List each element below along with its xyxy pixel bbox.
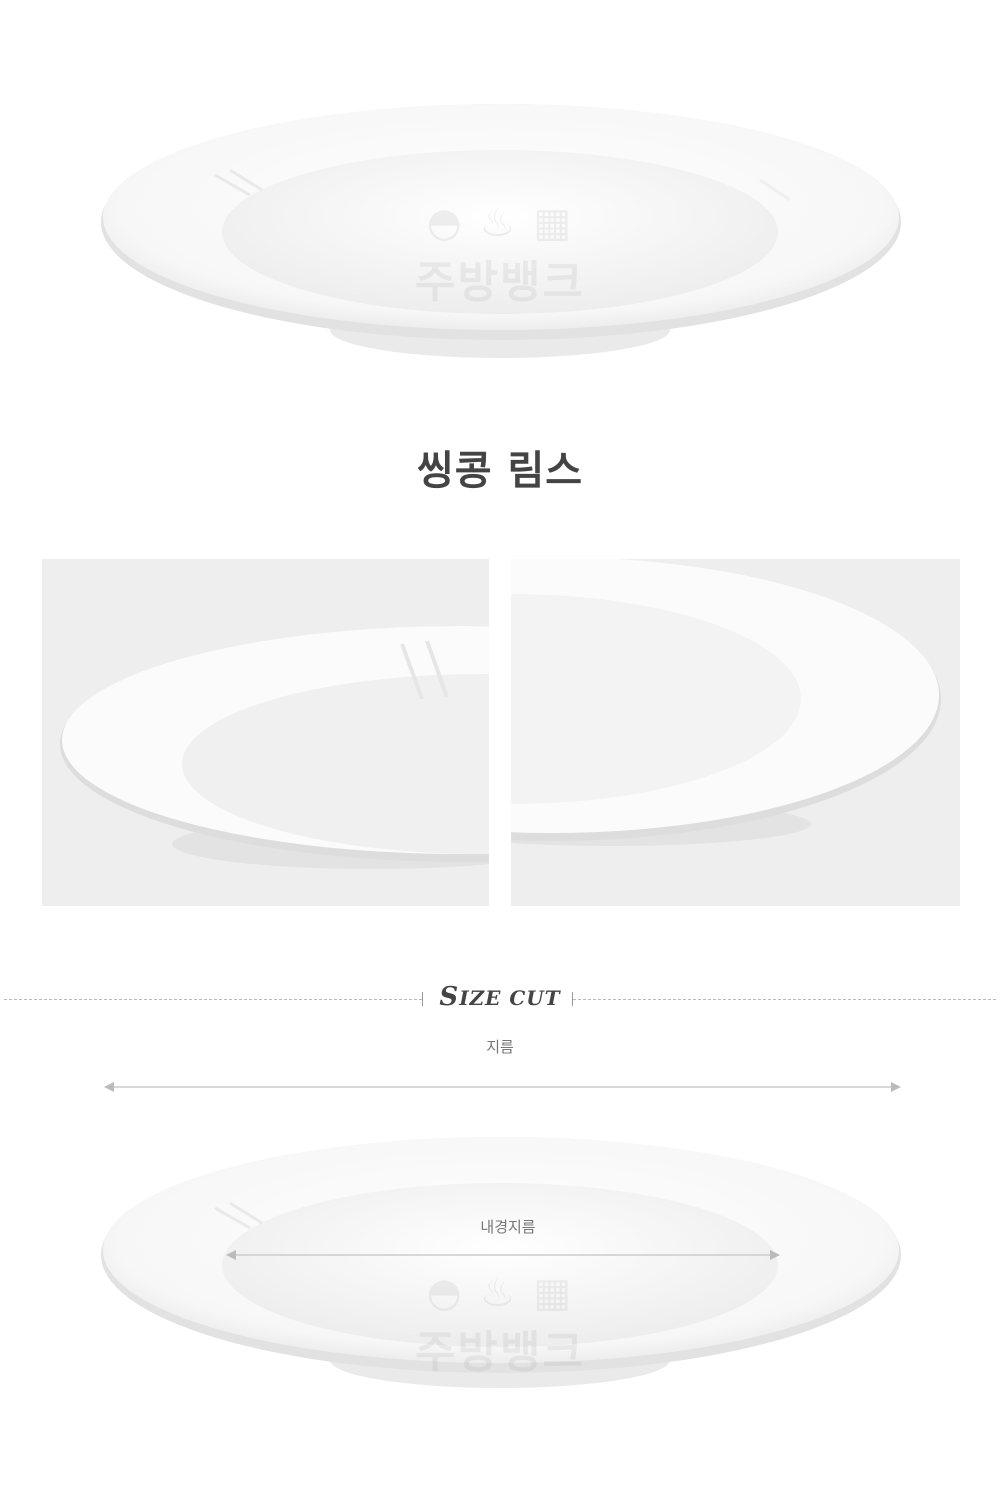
size-cut-heading: SIZE CUT — [430, 982, 570, 1012]
size-plate-image: 내경지름 ◓ ♨ ▦ 주방뱅크 — [0, 1110, 1000, 1400]
watermark-logo-bottom: ◓ ♨ ▦ 주방뱅크 — [400, 1270, 600, 1380]
inner-diameter-arrow — [226, 1250, 780, 1260]
size-heading-rest: IZE CUT — [459, 986, 561, 1010]
inner-diameter-label: 내경지름 — [480, 1218, 536, 1236]
diameter-arrow — [104, 1082, 901, 1092]
plate-closeup-right — [511, 559, 941, 846]
plate-closeup-left — [60, 626, 489, 869]
detail-image-left — [42, 559, 489, 906]
product-title: 씽콩 림스 — [416, 448, 584, 494]
watermark-text: 주방뱅크 — [415, 257, 585, 308]
divider-tick-left — [422, 992, 423, 1006]
diameter-label: 지름 — [486, 1038, 514, 1056]
divider-line-right — [573, 999, 996, 1000]
watermark-icons-bottom: ◓ ♨ ▦ — [426, 1270, 574, 1316]
size-heading-initial: S — [439, 982, 460, 1012]
watermark-logo: ◓ ♨ ▦ 주방뱅크 — [400, 200, 600, 310]
watermark-icons: ◓ ♨ ▦ — [426, 200, 574, 246]
divider-line-left — [4, 999, 422, 1000]
size-cut-divider: SIZE CUT — [0, 980, 1000, 1020]
hero-plate-image: ◓ ♨ ▦ 주방뱅크 — [0, 0, 1000, 400]
watermark-text-bottom: 주방뱅크 — [415, 1327, 585, 1378]
detail-image-right — [511, 559, 960, 906]
